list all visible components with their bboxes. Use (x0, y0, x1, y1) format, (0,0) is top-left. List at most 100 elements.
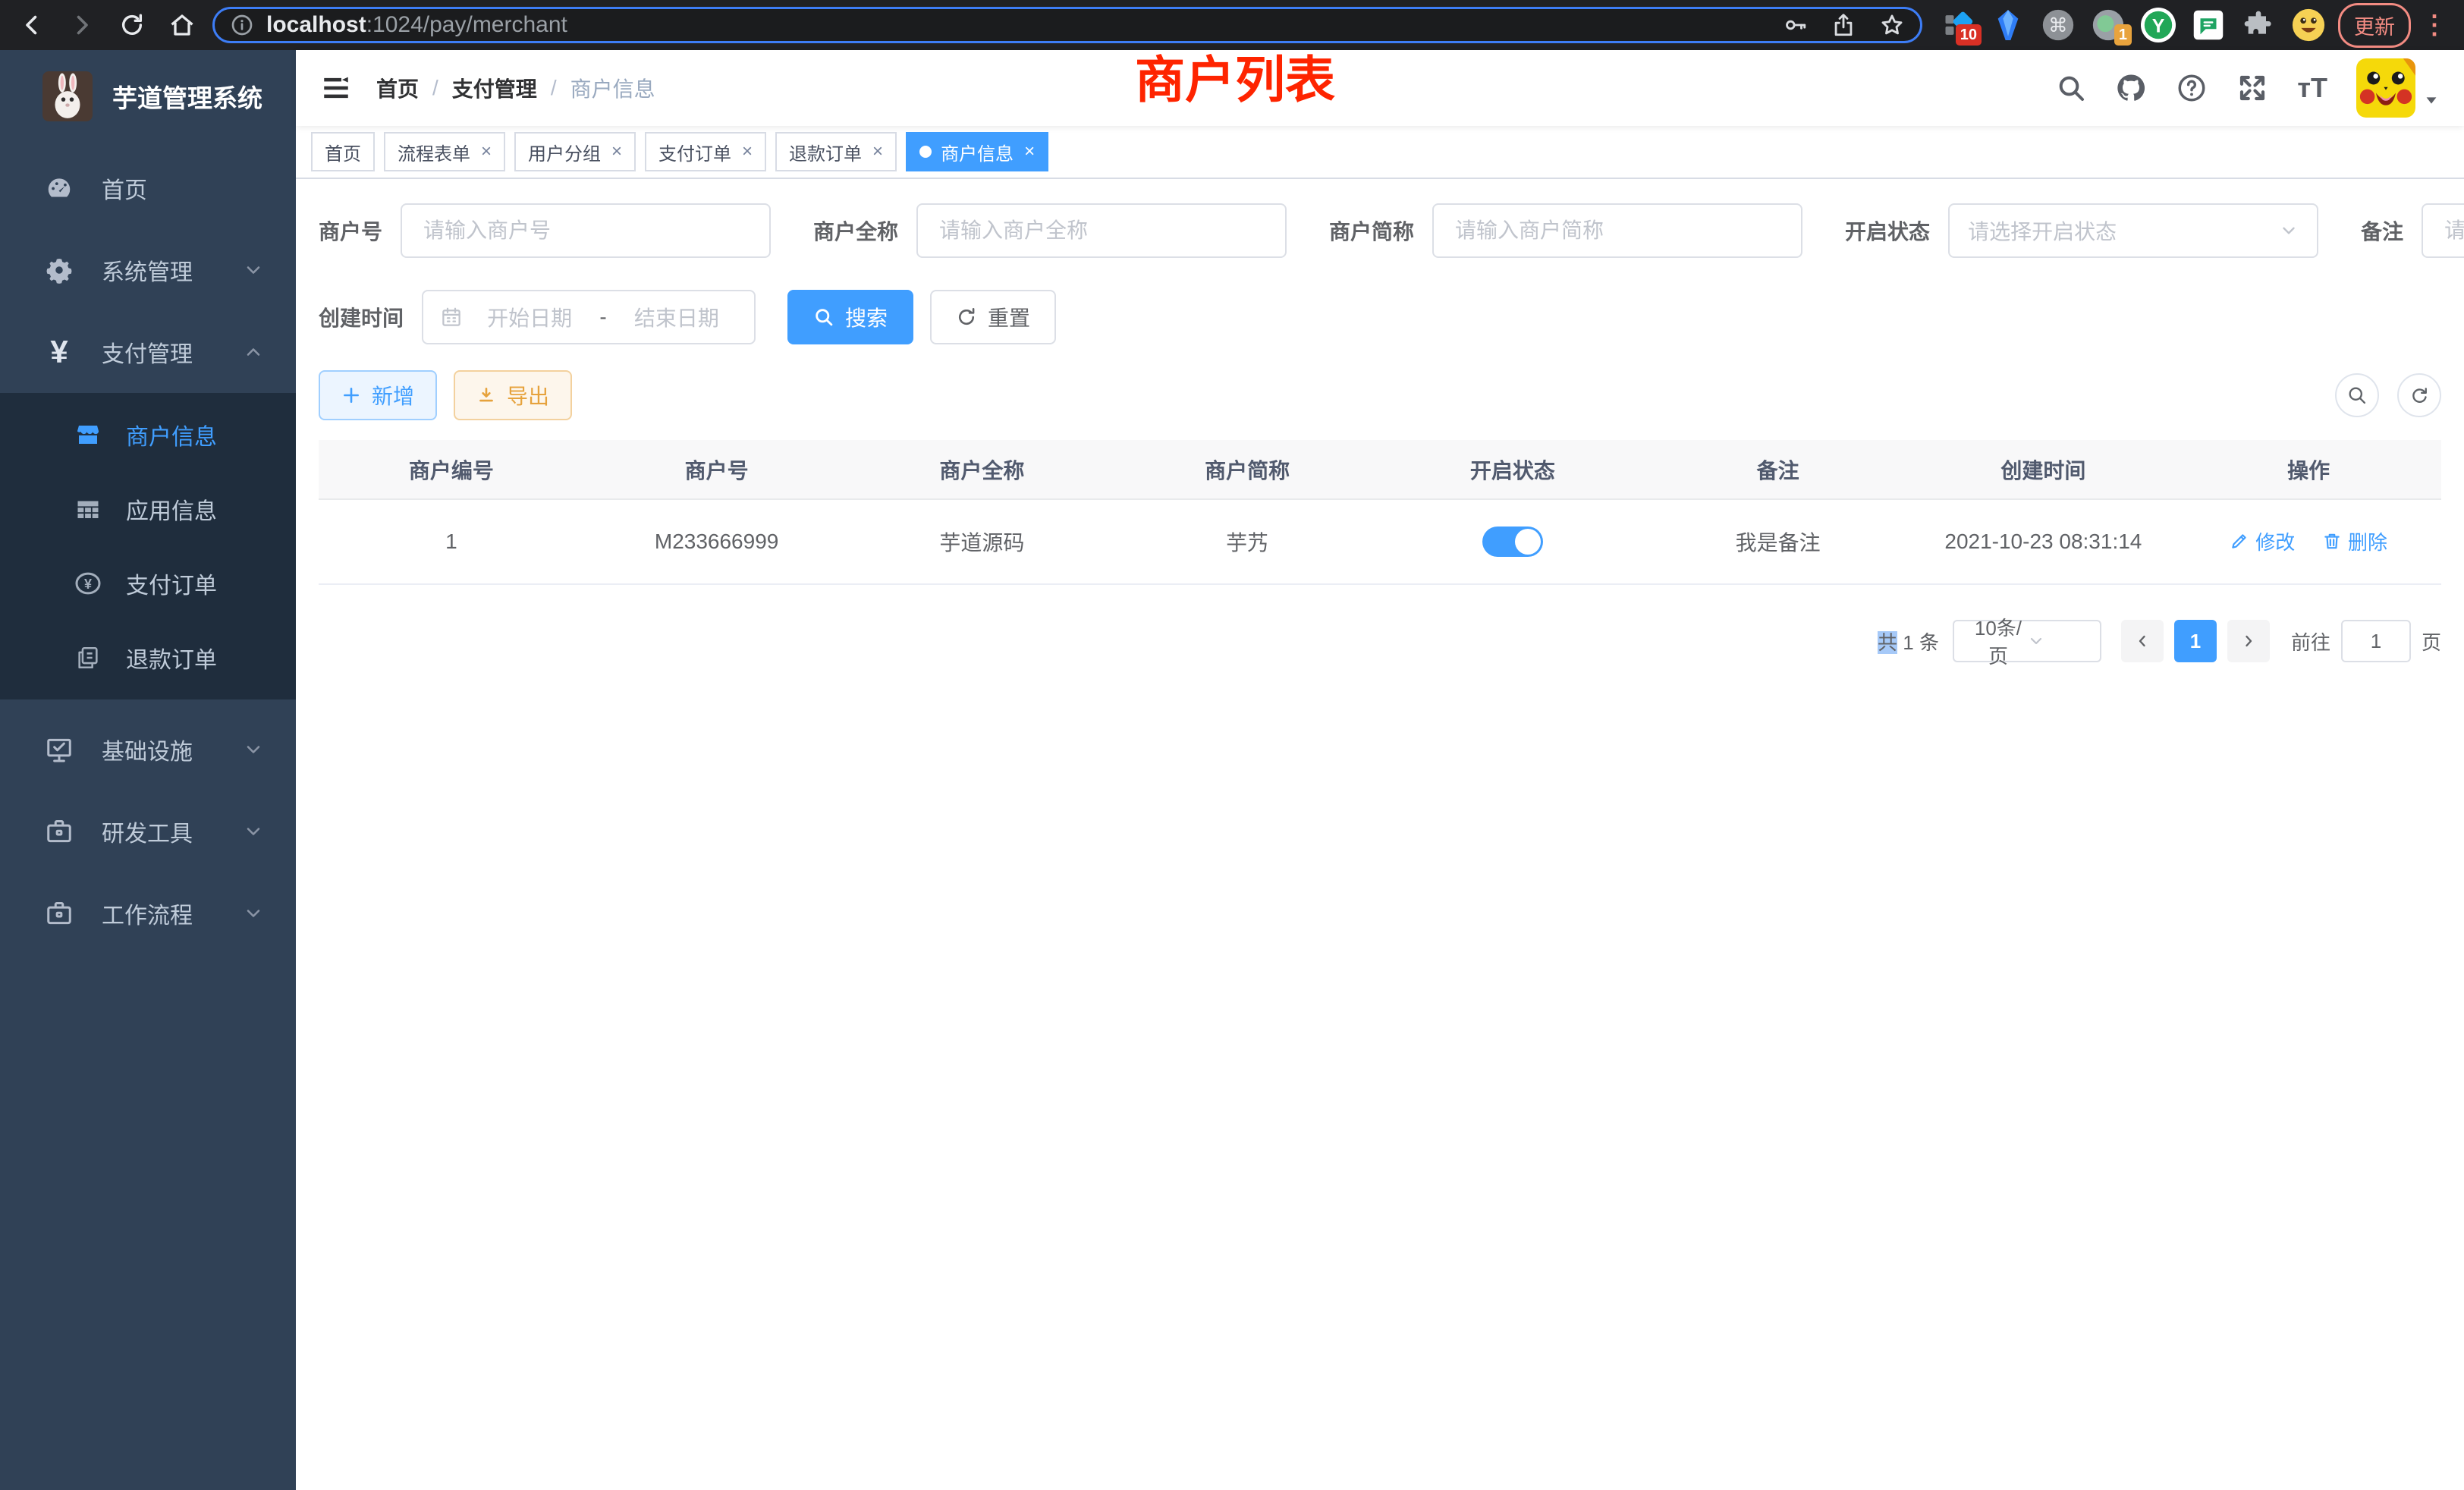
puzzle-extensions-icon[interactable] (2241, 8, 2276, 42)
search-icon[interactable] (2056, 73, 2086, 103)
tab-process-form[interactable]: 流程表单× (384, 132, 505, 171)
goto-label: 前往 (2291, 627, 2330, 655)
close-icon[interactable]: × (1024, 141, 1035, 162)
filter-label-create-time: 创建时间 (319, 302, 404, 332)
close-icon[interactable]: × (611, 141, 622, 162)
tab-refund-order[interactable]: 退款订单× (775, 132, 897, 171)
share-icon[interactable] (1831, 12, 1856, 38)
full-name-input[interactable] (916, 203, 1287, 258)
pagination-total-prefix: 共 (1878, 631, 1897, 654)
refresh-list-button[interactable] (2397, 373, 2441, 417)
sidebar-item-system[interactable]: 系统管理 (0, 229, 296, 311)
table-row: 1 M233666999 芋道源码 芋艿 我是备注 2021-10-23 08:… (319, 499, 2441, 584)
chevron-down-icon (243, 903, 264, 924)
goto-page-input[interactable] (2341, 620, 2411, 662)
filter-label-merchant-no: 商户号 (319, 215, 382, 246)
user-menu[interactable] (2356, 58, 2440, 118)
sidebar-item-pay-order[interactable]: ¥ 支付订单 (0, 546, 296, 621)
sidebar-item-refund-order[interactable]: 退款订单 (0, 621, 296, 695)
col-full-name: 商户全称 (850, 440, 1115, 499)
star-icon[interactable] (1879, 12, 1905, 38)
pay-submenu: 商户信息 应用信息 ¥ 支付订单 (0, 393, 296, 699)
sidebar-item-dev-tools[interactable]: 研发工具 (0, 791, 296, 872)
export-button[interactable]: 导出 (454, 370, 572, 420)
tab-label: 商户信息 (941, 139, 1014, 165)
calendar-icon (440, 306, 463, 328)
grid-icon (73, 495, 103, 523)
extension-badge: 10 (1956, 24, 1982, 46)
tab-merchant-info[interactable]: 商户信息 × (906, 132, 1048, 171)
toggle-search-button[interactable] (2335, 373, 2379, 417)
tab-pay-order[interactable]: 支付订单× (645, 132, 766, 171)
chevron-down-icon (243, 259, 264, 281)
start-date-placeholder[interactable]: 开始日期 (469, 302, 590, 332)
forward-icon[interactable] (67, 10, 97, 40)
hamburger-fold-icon[interactable] (320, 72, 352, 104)
edit-link[interactable]: 修改 (2230, 527, 2295, 555)
create-time-range-picker[interactable]: 开始日期 - 结束日期 (422, 290, 756, 344)
sidebar: 芋道管理系统 首页 系统管理 ¥ 支付管理 (0, 50, 296, 1490)
url-bar[interactable]: localhost:1024/pay/merchant (212, 7, 1922, 43)
sidebar-item-pay[interactable]: ¥ 支付管理 (0, 311, 296, 393)
emoji-profile-icon[interactable] (2291, 8, 2326, 42)
home-icon[interactable] (167, 10, 197, 40)
back-icon[interactable] (17, 10, 47, 40)
page-size-select[interactable]: 10条/页 (1953, 620, 2101, 662)
avatar (2356, 58, 2415, 118)
end-date-placeholder[interactable]: 结束日期 (616, 302, 737, 332)
chat-extension-icon[interactable] (2191, 8, 2226, 42)
status-select[interactable]: 请选择开启状态 (1948, 203, 2318, 258)
tab-label: 首页 (325, 139, 361, 165)
blue-diamond-extension-icon[interactable]: 10 (1941, 8, 1975, 42)
page-unit-label: 页 (2422, 627, 2441, 655)
col-merchant-no: 商户号 (584, 440, 850, 499)
sidebar-item-app-info[interactable]: 应用信息 (0, 472, 296, 546)
sidebar-item-workflow[interactable]: 工作流程 (0, 872, 296, 954)
sidebar-logo[interactable]: 芋道管理系统 (0, 50, 296, 137)
chrome-update-button[interactable]: 更新 (2338, 3, 2411, 48)
prev-page-button[interactable] (2121, 620, 2164, 662)
reset-button[interactable]: 重置 (930, 290, 1056, 344)
svg-text:Y: Y (2152, 16, 2165, 37)
remark-input[interactable] (2422, 203, 2464, 258)
page-number-1[interactable]: 1 (2174, 620, 2217, 662)
merchant-no-input[interactable] (401, 203, 771, 258)
green-dot-extension-icon[interactable]: 1 (2091, 8, 2126, 42)
sidebar-item-infra[interactable]: 基础设施 (0, 709, 296, 791)
tab-home[interactable]: 首页 (311, 132, 375, 171)
fullscreen-icon[interactable] (2236, 72, 2268, 104)
search-icon (813, 306, 834, 328)
breadcrumb-home[interactable]: 首页 (376, 73, 419, 103)
short-name-input[interactable] (1432, 203, 1802, 258)
command-extension-icon[interactable]: ⌘ (2041, 8, 2076, 42)
question-icon[interactable] (2176, 72, 2208, 104)
shop-icon (73, 421, 103, 448)
plus-icon (341, 385, 361, 405)
search-icon (2346, 385, 2368, 406)
font-size-icon[interactable]: тT (2297, 72, 2327, 104)
close-icon[interactable]: × (872, 141, 883, 162)
add-button[interactable]: 新增 (319, 370, 437, 420)
github-icon[interactable] (2115, 72, 2147, 104)
sidebar-item-home[interactable]: 首页 (0, 147, 296, 229)
svg-text:⌘: ⌘ (2048, 15, 2068, 36)
y-extension-icon[interactable]: Y (2141, 8, 2176, 42)
sidebar-item-label: 应用信息 (126, 492, 217, 526)
cell-remark: 我是备注 (1645, 499, 1911, 584)
gem-extension-icon[interactable] (1991, 8, 2026, 42)
sidebar-item-label: 支付管理 (102, 335, 193, 369)
close-icon[interactable]: × (742, 141, 753, 162)
breadcrumb-current: 商户信息 (570, 73, 655, 103)
refresh-icon[interactable] (117, 10, 147, 40)
sidebar-item-merchant-info[interactable]: 商户信息 (0, 398, 296, 472)
breadcrumb-pay[interactable]: 支付管理 (452, 73, 537, 103)
delete-link[interactable]: 删除 (2322, 527, 2387, 555)
next-page-button[interactable] (2227, 620, 2270, 662)
info-icon[interactable] (230, 13, 254, 37)
chrome-menu-icon[interactable]: ⋮ (2422, 10, 2447, 40)
status-toggle[interactable] (1482, 527, 1543, 557)
tab-user-group[interactable]: 用户分组× (514, 132, 636, 171)
search-button[interactable]: 搜索 (787, 290, 913, 344)
key-icon[interactable] (1782, 12, 1808, 38)
close-icon[interactable]: × (481, 141, 492, 162)
